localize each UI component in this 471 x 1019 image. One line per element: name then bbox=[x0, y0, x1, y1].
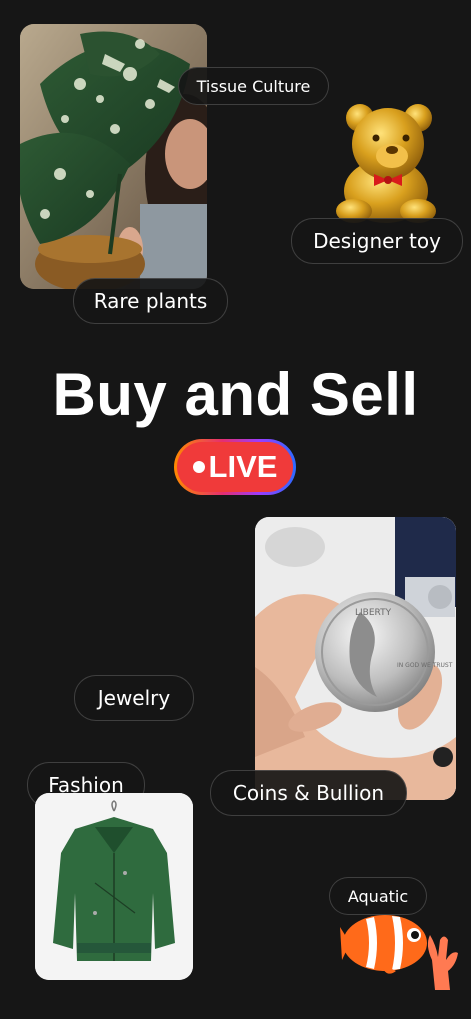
headline: Buy and Sell bbox=[52, 361, 419, 428]
coin-motto-text: IN GOD WE TRUST bbox=[397, 662, 453, 669]
coins-bullion-image[interactable]: LIBERTY IN GOD WE TRUST bbox=[255, 517, 456, 800]
coin-liberty-text: LIBERTY bbox=[355, 608, 392, 618]
live-dot-icon bbox=[192, 461, 205, 473]
live-badge: LIVE bbox=[174, 439, 296, 495]
clownfish-coral-image[interactable] bbox=[340, 905, 465, 990]
category-chip-rare-plants[interactable]: Rare plants bbox=[73, 278, 228, 324]
category-chip-jewelry[interactable]: Jewelry bbox=[74, 675, 194, 721]
live-badge-label: LIVE bbox=[208, 449, 278, 484]
category-chip-coins-bullion[interactable]: Coins & Bullion bbox=[210, 770, 407, 816]
golden-bear-toy-image[interactable] bbox=[326, 96, 446, 226]
category-chip-tissue-culture[interactable]: Tissue Culture bbox=[178, 67, 329, 105]
category-chip-designer-toy[interactable]: Designer toy bbox=[291, 218, 463, 264]
rare-plants-image[interactable] bbox=[20, 24, 207, 289]
fashion-jacket-image[interactable] bbox=[35, 793, 193, 980]
